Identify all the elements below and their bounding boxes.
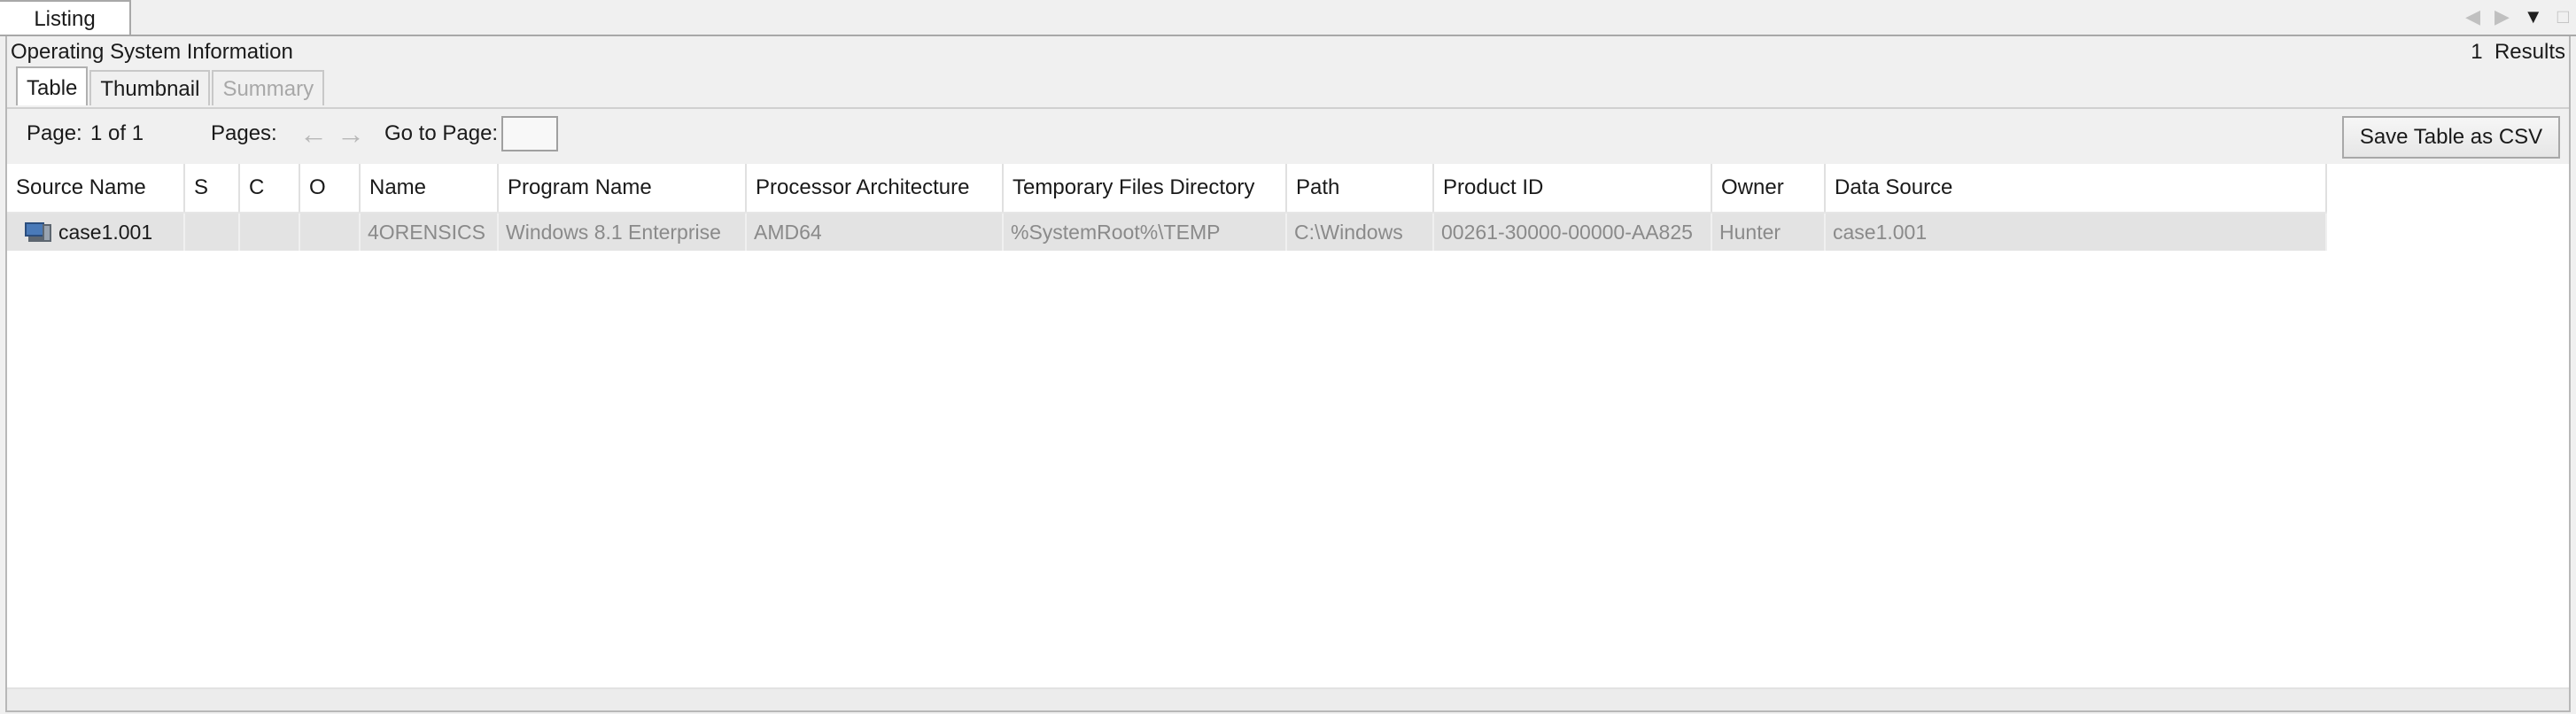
- cell-data-source[interactable]: case1.001: [1825, 213, 2327, 251]
- col-temp-files-directory[interactable]: Temporary Files Directory: [1003, 164, 1287, 213]
- col-product-id[interactable]: Product ID: [1433, 164, 1712, 213]
- tab-listing[interactable]: Listing: [0, 0, 131, 35]
- cell-program-name[interactable]: Windows 8.1 Enterprise: [498, 213, 747, 251]
- left-arrow-icon[interactable]: ◀: [2465, 5, 2480, 28]
- results-label: Results: [2494, 40, 2565, 64]
- tab-thumbnail[interactable]: Thumbnail: [89, 70, 211, 105]
- page-label: Page:: [27, 121, 82, 145]
- maximize-icon[interactable]: □: [2557, 5, 2569, 28]
- dropdown-icon[interactable]: ▼: [2524, 5, 2543, 28]
- goto-page-label: Go to Page:: [384, 121, 499, 145]
- table-view: Page: 1 of 1 Pages: ← → Go to Page: Save…: [7, 107, 2569, 710]
- results-count: 1 Results: [2471, 37, 2565, 67]
- cell-source-name[interactable]: case1.001: [7, 213, 185, 251]
- cell-s[interactable]: [184, 213, 240, 251]
- col-s[interactable]: S: [184, 164, 240, 213]
- cell-o[interactable]: [299, 213, 361, 251]
- table-row[interactable]: case1.001 4ORENSICS Windows 8.1 Enterpri…: [7, 213, 2327, 251]
- computer-icon: [25, 222, 51, 244]
- col-source-name[interactable]: Source Name: [7, 164, 185, 213]
- window-controls: ◀ ▶ ▼ □: [2465, 5, 2569, 28]
- save-csv-button[interactable]: Save Table as CSV: [2342, 116, 2560, 159]
- cell-name[interactable]: 4ORENSICS: [360, 213, 499, 251]
- cell-product-id[interactable]: 00261-30000-00000-AA825: [1433, 213, 1712, 251]
- results-number: 1: [2471, 40, 2483, 64]
- col-owner[interactable]: Owner: [1711, 164, 1826, 213]
- col-o[interactable]: O: [299, 164, 361, 213]
- cell-temp-files-directory[interactable]: %SystemRoot%\TEMP: [1003, 213, 1287, 251]
- page-value: 1 of 1: [90, 121, 144, 145]
- page-title: Operating System Information: [11, 40, 293, 64]
- prev-page-icon[interactable]: ←: [299, 120, 328, 148]
- col-name[interactable]: Name: [360, 164, 499, 213]
- cell-owner[interactable]: Hunter: [1711, 213, 1826, 251]
- pages-label: Pages:: [211, 121, 277, 145]
- source-name-text: case1.001: [58, 220, 153, 244]
- goto-page-input[interactable]: [501, 116, 558, 151]
- top-tab-strip: Listing ◀ ▶ ▼ □: [0, 0, 2576, 36]
- view-tabs: Table Thumbnail Summary: [16, 66, 326, 107]
- horizontal-scrollbar[interactable]: [7, 687, 2569, 710]
- right-arrow-icon[interactable]: ▶: [2495, 5, 2510, 28]
- next-page-icon[interactable]: →: [337, 120, 365, 148]
- tab-summary: Summary: [212, 70, 325, 105]
- col-path[interactable]: Path: [1286, 164, 1434, 213]
- results-table: Source Name S C O Name Program Name Proc…: [7, 164, 2327, 251]
- col-data-source[interactable]: Data Source: [1825, 164, 2327, 213]
- listing-panel: Operating System Information 1 Results T…: [5, 36, 2571, 712]
- col-c[interactable]: C: [239, 164, 300, 213]
- table-header-row: Source Name S C O Name Program Name Proc…: [7, 164, 2327, 213]
- tab-table[interactable]: Table: [16, 66, 89, 105]
- cell-c[interactable]: [239, 213, 300, 251]
- cell-path[interactable]: C:\Windows: [1286, 213, 1434, 251]
- col-program-name[interactable]: Program Name: [498, 164, 747, 213]
- pager-toolbar: Page: 1 of 1 Pages: ← → Go to Page: Save…: [7, 109, 2569, 164]
- col-processor-architecture[interactable]: Processor Architecture: [746, 164, 1004, 213]
- cell-processor-architecture[interactable]: AMD64: [746, 213, 1004, 251]
